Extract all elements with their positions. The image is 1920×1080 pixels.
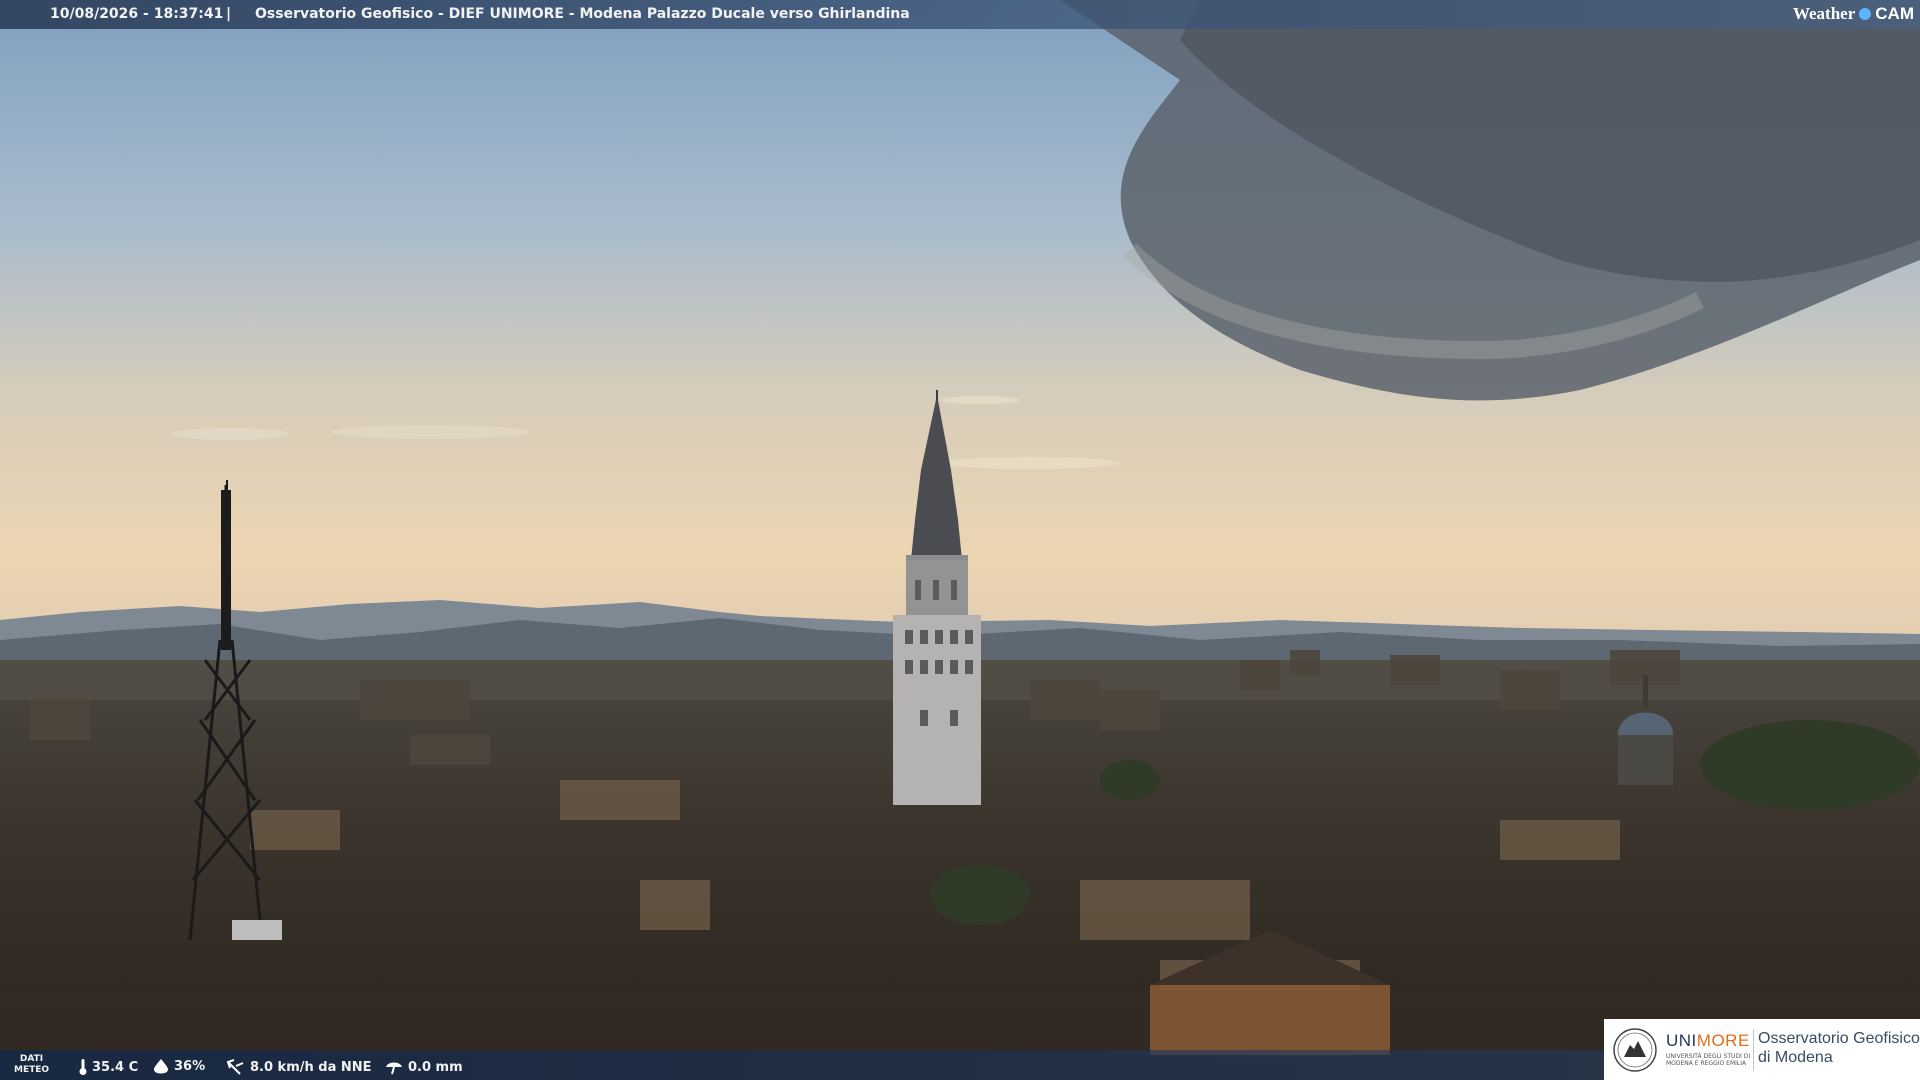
webcam-image <box>0 0 1920 1080</box>
humidity-value: 36% <box>174 1058 206 1074</box>
weather-label-line2: METEO <box>14 1065 50 1075</box>
unimore-seal-icon <box>1613 1028 1657 1072</box>
webcam-title: Osservatorio Geofisico - DIEF UNIMORE - … <box>255 6 910 22</box>
weather-label: DATI METEO <box>14 1054 49 1076</box>
observatory-name-line1: Osservatorio Geofisico <box>1758 1030 1920 1047</box>
timestamp: 10/08/2026 - 18:37:41 <box>50 6 224 22</box>
humidity-readout: 36% <box>152 1058 205 1074</box>
observatory-name: Osservatorio Geofisico di Modena <box>1758 1029 1920 1067</box>
unimore-branding: UNIMORE UNIVERSITÀ DEGLI STUDI DI MODENA… <box>1604 1019 1920 1080</box>
rain-value: 0.0 mm <box>408 1059 463 1075</box>
unimore-subtitle: UNIVERSITÀ DEGLI STUDI DI MODENA E REGGI… <box>1666 1053 1751 1067</box>
temperature-readout: 35.4 C <box>78 1058 138 1076</box>
wind-icon <box>226 1059 244 1075</box>
header-bar: 10/08/2026 - 18:37:41 | Osservatorio Geo… <box>0 0 1920 29</box>
unimore-wordmark-uni: UNI <box>1666 1031 1697 1050</box>
weathercam-logo: Weather CAM <box>1793 3 1914 25</box>
rain-readout: 0.0 mm <box>384 1058 463 1076</box>
weather-bar: DATI METEO 35.4 C 36% 8.0 km/h da NNE 0.… <box>0 1050 1605 1080</box>
temperature-value: 35.4 C <box>92 1059 139 1075</box>
thermometer-icon <box>79 1059 87 1075</box>
unimore-wordmark: UNIMORE <box>1666 1031 1750 1051</box>
header-separator: | <box>226 6 232 22</box>
logo-dot-icon <box>1859 8 1872 20</box>
logo-weather-text: Weather <box>1792 4 1856 23</box>
branding-divider <box>1753 1029 1754 1071</box>
rain-gauge-icon <box>386 1062 402 1075</box>
weather-label-line1: DATI <box>19 1054 44 1064</box>
wind-value: 8.0 km/h da NNE <box>250 1059 372 1075</box>
humidity-drop-icon <box>154 1059 168 1074</box>
observatory-name-line2: di Modena <box>1758 1049 1833 1066</box>
logo-cam-text: CAM <box>1875 4 1914 23</box>
unimore-wordmark-more: MORE <box>1696 1031 1750 1050</box>
wind-readout: 8.0 km/h da NNE <box>226 1058 372 1076</box>
